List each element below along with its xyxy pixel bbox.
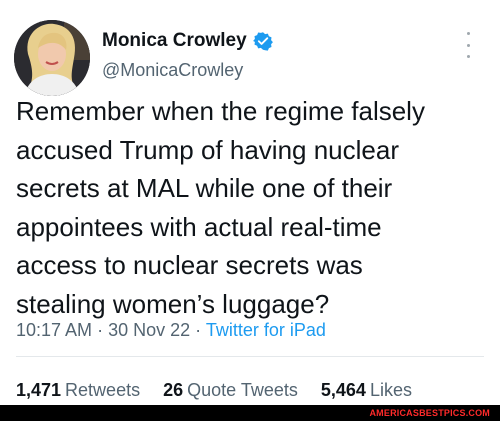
retweets-label: Retweets (65, 380, 141, 400)
quote-tweets-label: Quote Tweets (187, 380, 298, 400)
meta-separator: · (97, 320, 104, 340)
author-name[interactable]: Monica Crowley (102, 30, 247, 52)
tweet-time[interactable]: 10:17 AM (16, 320, 92, 340)
meta-separator: · (195, 320, 202, 340)
tweet-date[interactable]: 30 Nov 22 (108, 320, 190, 340)
quote-tweets-count: 26 (163, 380, 184, 400)
quote-tweets-stat[interactable]: 26 Quote Tweets (163, 380, 298, 400)
tweet-meta: 10:17 AM · 30 Nov 22 · Twitter for iPad (16, 320, 326, 341)
tweet-text: Remember when the regime falsely accused… (16, 96, 425, 319)
likes-label: Likes (369, 380, 412, 400)
likes-count: 5,464 (320, 380, 366, 400)
verified-badge-icon (252, 31, 273, 51)
author-handle[interactable]: @MonicaCrowley (102, 60, 243, 81)
retweets-count: 1,471 (16, 380, 62, 400)
avatar-image (14, 20, 90, 96)
watermark: AMERICASBESTPICS.COM (369, 408, 490, 418)
avatar[interactable] (14, 20, 90, 96)
retweets-stat[interactable]: 1,471 Retweets (16, 380, 140, 400)
tweet-card: Monica Crowley @MonicaCrowley Remember w… (0, 0, 500, 405)
more-options-icon[interactable] (462, 32, 474, 58)
divider (16, 356, 484, 357)
watermark-bar: AMERICASBESTPICS.COM (0, 405, 500, 421)
tweet-stats: 1,471 Retweets 26 Quote Tweets 5,464 Likes (16, 380, 430, 401)
likes-stat[interactable]: 5,464 Likes (321, 380, 412, 400)
tweet-source-link[interactable]: Twitter for iPad (206, 320, 326, 340)
author-row: Monica Crowley (102, 30, 273, 52)
